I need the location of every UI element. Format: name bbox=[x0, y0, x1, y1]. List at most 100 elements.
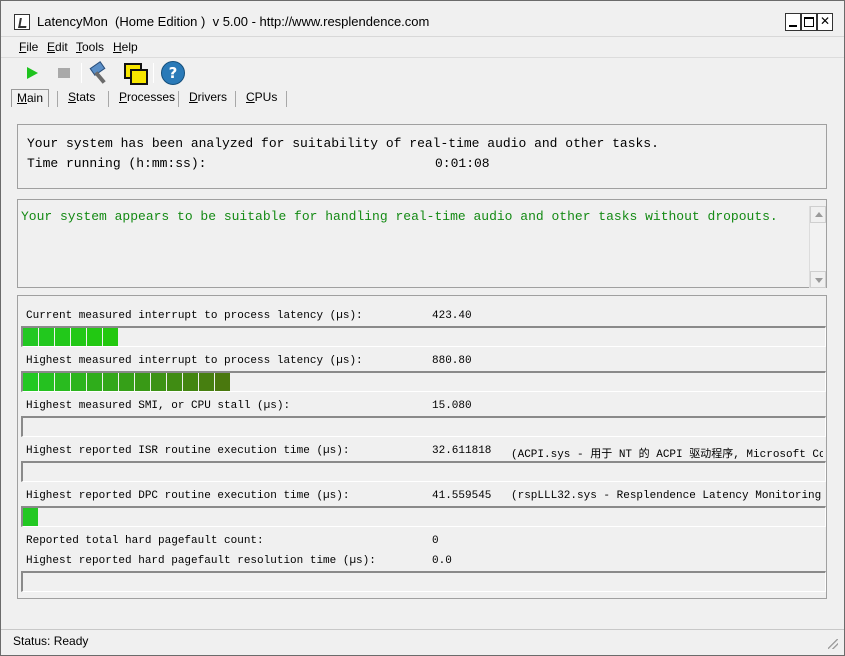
current-latency-label: Current measured interrupt to process la… bbox=[26, 310, 363, 322]
menu-help[interactable]: Help bbox=[113, 40, 138, 54]
bar-segment bbox=[87, 373, 103, 391]
toolbar-separator bbox=[81, 63, 82, 83]
tools-icon[interactable] bbox=[89, 61, 113, 85]
latencymon-window: LatencyMon (Home Edition ) v 5.00 - http… bbox=[0, 0, 845, 656]
bar-segment bbox=[103, 373, 119, 391]
highest-latency-bar-fill bbox=[23, 373, 231, 391]
tab-cpus[interactable]: CPUs bbox=[241, 89, 282, 107]
resize-grip-icon[interactable] bbox=[828, 639, 838, 649]
tab-divider bbox=[57, 91, 58, 107]
current-latency-value: 423.40 bbox=[432, 310, 472, 322]
highest-latency-label: Highest measured interrupt to process la… bbox=[26, 355, 363, 367]
smi-stall-value: 15.080 bbox=[432, 400, 472, 412]
tab-divider bbox=[108, 91, 109, 107]
tab-cpus-accel: C bbox=[246, 90, 255, 104]
help-icon[interactable]: ? bbox=[161, 61, 185, 85]
play-icon[interactable] bbox=[21, 61, 45, 85]
tab-processes-accel: P bbox=[119, 90, 128, 104]
tab-drivers-label: rivers bbox=[197, 90, 228, 104]
menu-edit-accel: E bbox=[47, 40, 56, 54]
dpc-driver-info: (rspLLL32.sys - Resplendence Latency Mon… bbox=[511, 490, 822, 502]
tab-drivers[interactable]: Drivers bbox=[184, 89, 232, 107]
highest-latency-value: 880.80 bbox=[432, 355, 472, 367]
dpc-time-label: Highest reported DPC routine execution t… bbox=[26, 490, 350, 502]
bar-segment bbox=[55, 328, 71, 346]
tab-cpus-label: PUs bbox=[254, 90, 278, 104]
summary-line: Your system has been analyzed for suitab… bbox=[27, 136, 659, 151]
verdict-panel[interactable]: Your system appears to be suitable for h… bbox=[17, 199, 827, 288]
metrics-panel: Current measured interrupt to process la… bbox=[17, 295, 827, 599]
status-bar: Status: Ready bbox=[1, 629, 844, 655]
close-button[interactable]: ✕ bbox=[817, 13, 833, 31]
app-icon bbox=[14, 14, 30, 30]
current-latency-bar-fill bbox=[23, 328, 119, 346]
copy-icon[interactable] bbox=[122, 61, 148, 85]
time-running-value: 0:01:08 bbox=[435, 156, 490, 171]
dpc-time-bar bbox=[21, 506, 826, 527]
pagefault-time-bar bbox=[21, 571, 826, 592]
title-bar[interactable]: LatencyMon (Home Edition ) v 5.00 - http… bbox=[1, 1, 844, 37]
bar-segment bbox=[103, 328, 119, 346]
bar-segment bbox=[215, 373, 231, 391]
toolbar-separator bbox=[153, 63, 154, 83]
pagefault-count-value: 0 bbox=[432, 535, 439, 547]
isr-time-bar bbox=[21, 461, 826, 482]
scroll-up-icon[interactable] bbox=[810, 206, 826, 223]
menu-tools[interactable]: Tools bbox=[76, 40, 104, 54]
status-text: Status: Ready bbox=[13, 634, 89, 648]
menu-file-label: ile bbox=[26, 40, 39, 54]
bar-segment bbox=[167, 373, 183, 391]
isr-time-value: 32.611818 bbox=[432, 445, 492, 457]
tab-main-label: ain bbox=[27, 91, 44, 105]
window-title: LatencyMon (Home Edition ) v 5.00 - http… bbox=[37, 14, 430, 29]
smi-stall-bar bbox=[21, 416, 826, 437]
close-icon: ✕ bbox=[819, 14, 831, 28]
tab-main-accel: M bbox=[17, 91, 27, 105]
bar-segment bbox=[151, 373, 167, 391]
current-latency-bar bbox=[21, 326, 826, 347]
bar-segment bbox=[39, 373, 55, 391]
bar-segment bbox=[135, 373, 151, 391]
dpc-time-value: 41.559545 bbox=[432, 490, 492, 502]
maximize-button[interactable] bbox=[801, 13, 817, 31]
bar-segment bbox=[39, 328, 55, 346]
tab-stats-accel: S bbox=[68, 90, 77, 104]
bar-segment bbox=[119, 373, 135, 391]
bar-segment bbox=[23, 508, 39, 526]
scroll-down-icon[interactable] bbox=[810, 271, 826, 288]
tab-divider bbox=[235, 91, 236, 107]
time-running-label: Time running (h:mm:ss): bbox=[27, 156, 207, 171]
verdict-scrollbar[interactable] bbox=[809, 206, 826, 288]
isr-driver-info: (ACPI.sys - 用于 NT 的 ACPI 驱动程序, Microsoft… bbox=[511, 449, 823, 461]
isr-time-label: Highest reported ISR routine execution t… bbox=[26, 445, 350, 457]
tab-strip: Main Stats Processes Drivers CPUs bbox=[1, 87, 844, 109]
menu-edit-label: dit bbox=[55, 40, 68, 54]
tab-divider bbox=[286, 91, 287, 107]
menu-help-label: elp bbox=[121, 40, 138, 54]
menu-tools-label: ools bbox=[82, 40, 105, 54]
menu-file[interactable]: File bbox=[19, 40, 38, 54]
bar-segment bbox=[199, 373, 215, 391]
menu-bar: File Edit Tools Help bbox=[1, 38, 844, 58]
minimize-button[interactable] bbox=[785, 13, 801, 31]
bar-segment bbox=[183, 373, 199, 391]
highest-latency-bar bbox=[21, 371, 826, 392]
tab-stats-label: tats bbox=[76, 90, 96, 104]
tab-main[interactable]: Main bbox=[11, 89, 50, 107]
minimize-icon bbox=[789, 25, 797, 27]
verdict-message: Your system appears to be suitable for h… bbox=[21, 209, 778, 224]
pagefault-count-label: Reported total hard pagefault count: bbox=[26, 535, 264, 547]
tab-processes-label: rocesses bbox=[127, 90, 176, 104]
bar-segment bbox=[87, 328, 103, 346]
tab-divider bbox=[178, 91, 179, 107]
pagefault-time-label: Highest reported hard pagefault resoluti… bbox=[26, 555, 376, 567]
menu-help-accel: H bbox=[113, 40, 122, 54]
menu-edit[interactable]: Edit bbox=[47, 40, 68, 54]
tab-stats[interactable]: Stats bbox=[63, 89, 100, 107]
dpc-time-bar-fill bbox=[23, 508, 39, 526]
tab-drivers-accel: D bbox=[189, 90, 198, 104]
bar-segment bbox=[23, 328, 39, 346]
toolbar: ? bbox=[1, 59, 844, 87]
tab-processes[interactable]: Processes bbox=[114, 89, 180, 107]
stop-icon[interactable] bbox=[53, 61, 77, 85]
